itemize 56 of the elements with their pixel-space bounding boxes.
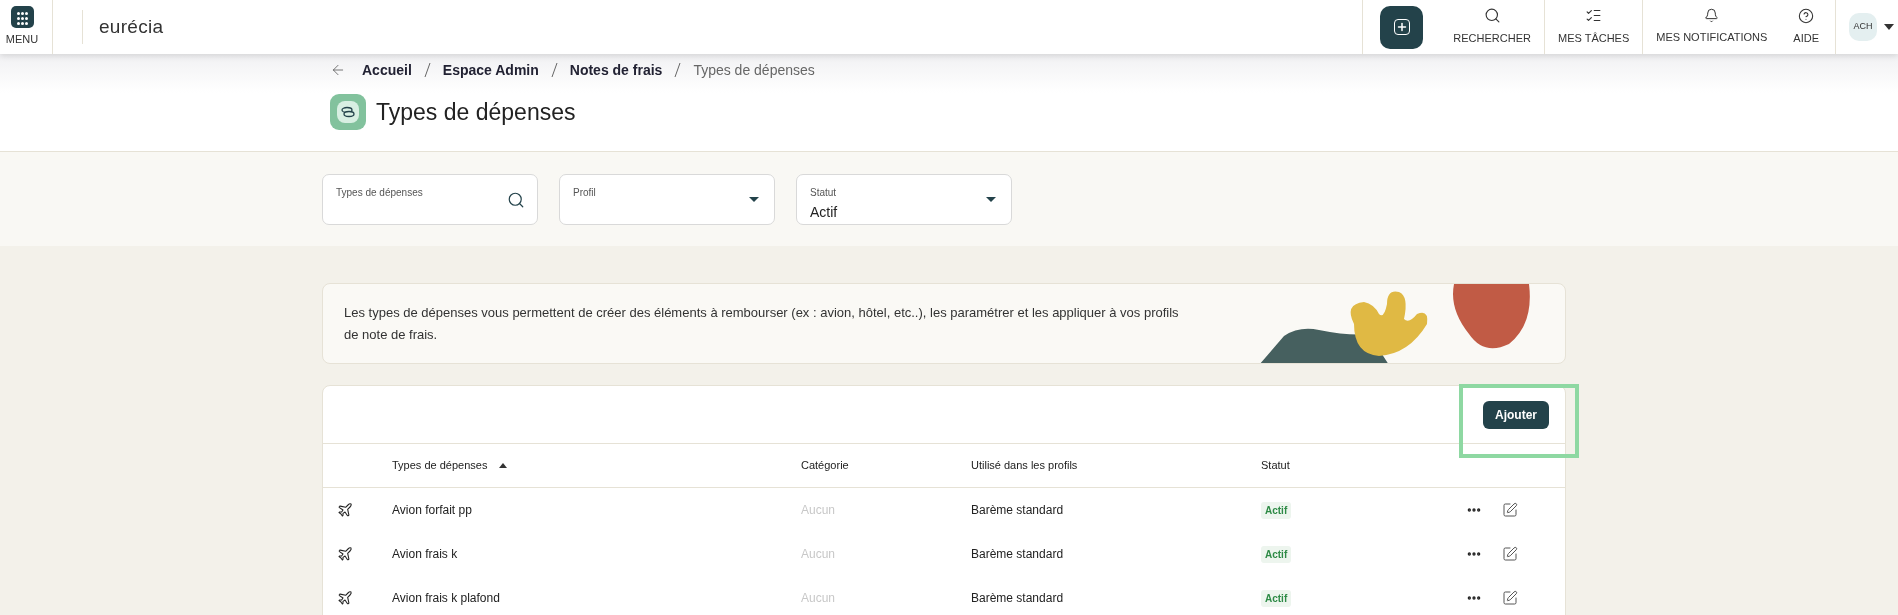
add-button[interactable] [1380, 5, 1424, 49]
column-header[interactable]: Catégorie [801, 457, 849, 474]
breadcrumb-link[interactable]: Notes de frais [569, 59, 663, 81]
avatar[interactable]: ACH [1849, 13, 1877, 41]
toolbar-button[interactable]: MES NOTIFICATIONS [1643, 0, 1781, 54]
field-label: Profil [573, 185, 596, 200]
breadcrumb-link[interactable]: Espace Admin [442, 59, 539, 81]
caret-icon [986, 196, 996, 202]
logo[interactable]: eurécia [99, 12, 164, 42]
table-cell-text: Barème standard [971, 590, 1065, 607]
status-badge: Actif [1261, 502, 1292, 519]
menu-button[interactable]: MENU [0, 0, 44, 54]
column-header[interactable]: Statut [1261, 457, 1290, 474]
select-field[interactable]: Statut Actif [796, 173, 1012, 225]
plane-icon [337, 502, 353, 518]
add-button[interactable]: Ajouter [1483, 400, 1549, 429]
page-title: Types de dépenses [376, 97, 576, 127]
status-badge: Actif [1261, 546, 1292, 563]
field-label: Statut [810, 185, 837, 200]
toolbar-button[interactable]: RECHERCHER [1440, 0, 1544, 54]
plane-icon [337, 590, 353, 606]
edit-icon[interactable] [1502, 502, 1518, 518]
coins-icon [330, 94, 366, 130]
plus-icon [1393, 19, 1410, 35]
column-header[interactable]: Utilisé dans les profils [971, 457, 1078, 474]
table-cell-text: Avion forfait pp [392, 502, 473, 519]
info-text: Les types de dépenses vous permettent de créer des éléments à rembourser (ex : avion, hôtel, etc..), les paramétrer et les appliquer à vos profils de note de frais. [344, 303, 1180, 344]
table-cell-text: Barème standard [971, 502, 1065, 519]
field-label: Types de dépenses [336, 185, 423, 200]
table-cell-text: Avion frais k plafond [392, 590, 501, 607]
sort-caret-icon[interactable] [499, 463, 508, 468]
select-field[interactable]: Profil [559, 173, 775, 225]
column-header[interactable]: Types de dépenses [392, 457, 488, 474]
breadcrumb-link[interactable]: Types de dépenses [693, 59, 815, 81]
edit-icon[interactable] [1502, 546, 1518, 562]
search-icon [1483, 7, 1501, 25]
field-value: Actif [810, 202, 839, 222]
caret-icon [749, 196, 759, 202]
table-cell-text: Avion frais k [392, 546, 459, 563]
edit-icon[interactable] [1502, 590, 1518, 606]
toolbar-button[interactable]: MES TÂCHES [1544, 0, 1643, 54]
caret-icon[interactable] [1884, 24, 1894, 30]
breadcrumb-link[interactable]: Accueil [362, 59, 412, 81]
toolbar-button[interactable]: AIDE [1780, 0, 1832, 54]
slash-separator-icon [550, 62, 558, 78]
slash-separator-icon [423, 62, 431, 78]
status-badge: Actif [1261, 590, 1292, 607]
plane-icon [337, 546, 353, 562]
table-cell-text: Barème standard [971, 546, 1065, 563]
slash-separator-icon [674, 62, 682, 78]
grid-icon [10, 6, 34, 29]
search-icon [507, 190, 525, 209]
search-field[interactable]: Types de dépenses [322, 173, 538, 225]
bell-icon [1704, 8, 1720, 24]
help-icon [1798, 7, 1815, 24]
back-arrow-icon[interactable] [330, 62, 346, 78]
